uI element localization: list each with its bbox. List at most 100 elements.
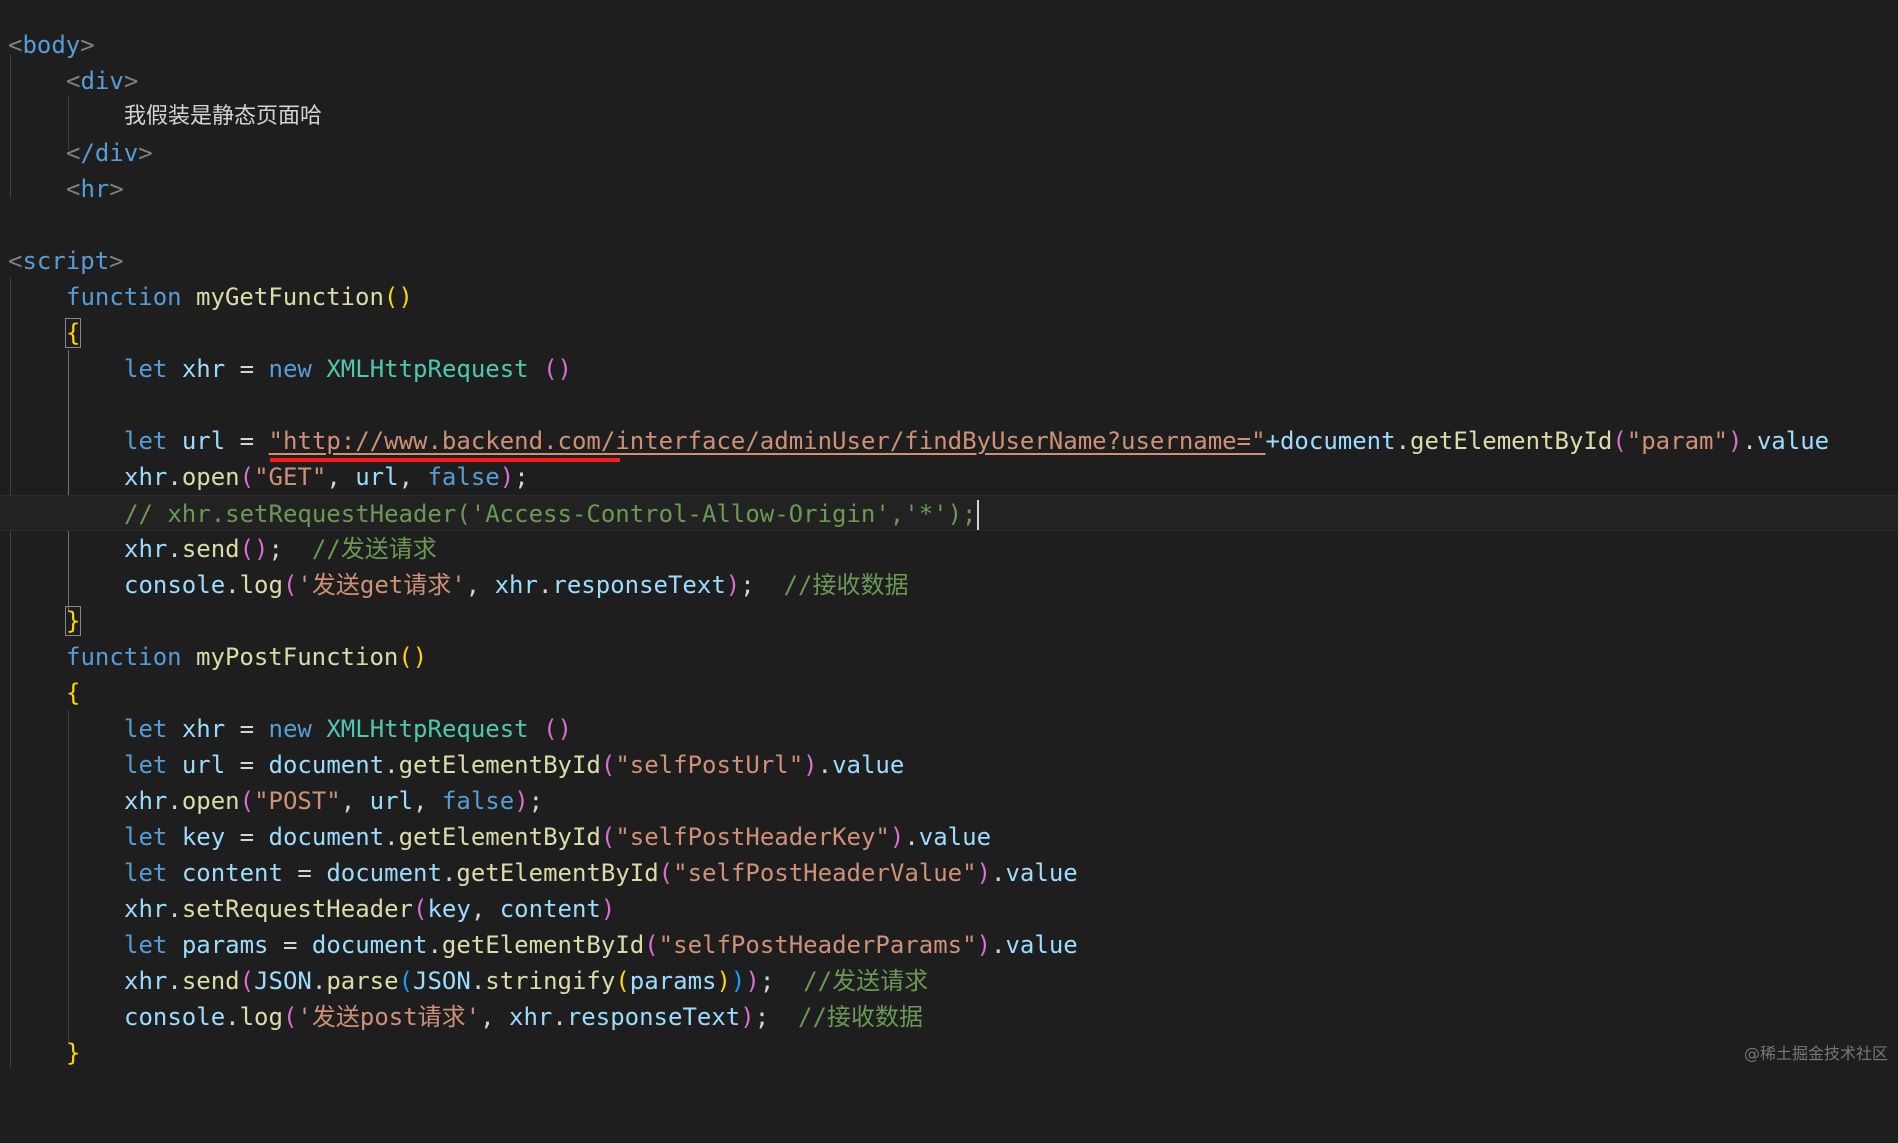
code-line: xhr.open("GET", url, false); [124, 463, 529, 491]
keyword-let: let [124, 931, 168, 959]
method-log: log [239, 571, 283, 599]
document-ref: document [268, 751, 385, 779]
keyword-let: let [124, 859, 168, 887]
document-ref: +document [1265, 427, 1396, 455]
tag-script: script [22, 247, 110, 275]
code-line: <div> [66, 67, 139, 95]
var-url: url [369, 787, 414, 815]
method-set-request-header: setRequestHeader [181, 895, 413, 923]
property-value: value [1756, 427, 1830, 455]
brace-close: } [64, 606, 82, 636]
method-get-element-by-id: getElementById [1410, 427, 1613, 455]
property-value: value [832, 751, 905, 779]
var-xhr: xhr [124, 895, 168, 923]
var-xhr: xhr [181, 715, 226, 743]
document-ref: document [326, 859, 442, 887]
comment-send: //发送请求 [803, 967, 929, 995]
var-key: key [181, 823, 226, 851]
json-ref: JSON [254, 967, 312, 995]
document-ref: document [268, 823, 385, 851]
comment-receive: //接收数据 [798, 1003, 923, 1031]
code-editor[interactable]: <body> <div> 我假装是静态页面哈 </div> <hr> <scri… [0, 0, 1898, 1072]
tag-body: body [22, 31, 81, 59]
property-response-text: responseText [566, 1003, 741, 1031]
keyword-new: new [268, 355, 312, 383]
code-line: console.log('发送post请求', xhr.responseText… [124, 1003, 923, 1031]
code-line: let content = document.getElementById("s… [124, 859, 1078, 887]
var-xhr: xhr [124, 535, 168, 563]
code-line: 我假装是静态页面哈 [0, 99, 1898, 135]
watermark: @稀土掘金技术社区 [1743, 1044, 1888, 1063]
method-stringify: stringify [485, 967, 616, 995]
code-line: xhr.send(JSON.parse(JSON.stringify(param… [124, 967, 929, 995]
string-self-post-key: "selfPostHeaderKey" [615, 823, 890, 851]
keyword-function: function [66, 643, 182, 671]
method-get-element-by-id: getElementById [398, 751, 601, 779]
code-line: <script> [8, 247, 124, 275]
property-value: value [918, 823, 992, 851]
param-string: "param" [1626, 427, 1728, 455]
code-line: let xhr = new XMLHttpRequest () [124, 715, 572, 743]
code-line: let url = document.getElementById("selfP… [124, 751, 905, 779]
var-content: content [181, 859, 283, 887]
property-value: value [1005, 931, 1078, 959]
code-line: let params = document.getElementById("se… [124, 931, 1078, 959]
code-line: { [0, 315, 1898, 351]
code-line: } [0, 603, 1898, 639]
string-log-post: '发送post请求' [297, 1003, 481, 1031]
code-line-current: // xhr.setRequestHeader('Access-Control-… [0, 495, 1898, 531]
var-xhr: xhr [124, 463, 168, 491]
keyword-let: let [124, 751, 168, 779]
code-line: let url = "http://www.backend.com/interf… [124, 427, 1830, 455]
var-content: content [499, 895, 601, 923]
string-post: "POST" [254, 787, 341, 815]
code-line: function myGetFunction() [66, 283, 413, 311]
url-string: "http://www.backend.com/interface/adminU… [268, 427, 1266, 455]
method-send: send [181, 967, 240, 995]
code-line: <hr> [66, 175, 124, 203]
class-xhr: XMLHttpRequest [326, 355, 529, 383]
function-name-post: myPostFunction [196, 643, 399, 671]
method-send: send [181, 535, 240, 563]
var-xhr: xhr [124, 787, 168, 815]
var-key: key [427, 895, 471, 923]
div-text: 我假装是静态页面哈 [124, 104, 323, 129]
keyword-function: function [66, 283, 182, 311]
var-xhr: xhr [124, 967, 168, 995]
comment-set-header: // xhr.setRequestHeader('Access-Control-… [124, 500, 977, 528]
keyword-new: new [268, 715, 312, 743]
keyword-let: let [124, 427, 168, 455]
var-console: console [124, 1003, 226, 1031]
var-params: params [181, 931, 269, 959]
method-open: open [181, 463, 240, 491]
code-line: { [0, 675, 1898, 711]
method-parse: parse [326, 967, 399, 995]
code-line: </div> [66, 139, 153, 167]
var-xhr: xhr [509, 1003, 553, 1031]
tag-div: div [80, 67, 124, 95]
keyword-let: let [124, 355, 168, 383]
string-self-post-value: "selfPostHeaderValue" [673, 859, 977, 887]
function-name-get: myGetFunction [196, 283, 384, 311]
keyword-let: let [124, 823, 168, 851]
brace-open: { [66, 679, 81, 707]
var-url: url [181, 751, 226, 779]
code-line: xhr.send(); //发送请求 [124, 535, 437, 563]
var-xhr: xhr [181, 355, 226, 383]
var-url: url [181, 427, 226, 455]
method-get-element-by-id: getElementById [398, 823, 601, 851]
var-params: params [629, 967, 717, 995]
code-line: } [0, 1035, 1898, 1071]
code-line: let key = document.getElementById("selfP… [124, 823, 992, 851]
tag-div-close: /div [80, 139, 139, 167]
string-self-post-url: "selfPostUrl" [615, 751, 804, 779]
code-line: console.log('发送get请求', xhr.responseText)… [124, 571, 909, 599]
keyword-false: false [427, 463, 500, 491]
code-line: function myPostFunction() [66, 643, 428, 671]
class-xhr: XMLHttpRequest [326, 715, 529, 743]
method-open: open [181, 787, 240, 815]
tag-hr: hr [80, 175, 110, 203]
code-line: xhr.open("POST", url, false); [124, 787, 544, 815]
string-self-post-params: "selfPostHeaderParams" [658, 931, 977, 959]
method-get-element-by-id: getElementById [456, 859, 659, 887]
